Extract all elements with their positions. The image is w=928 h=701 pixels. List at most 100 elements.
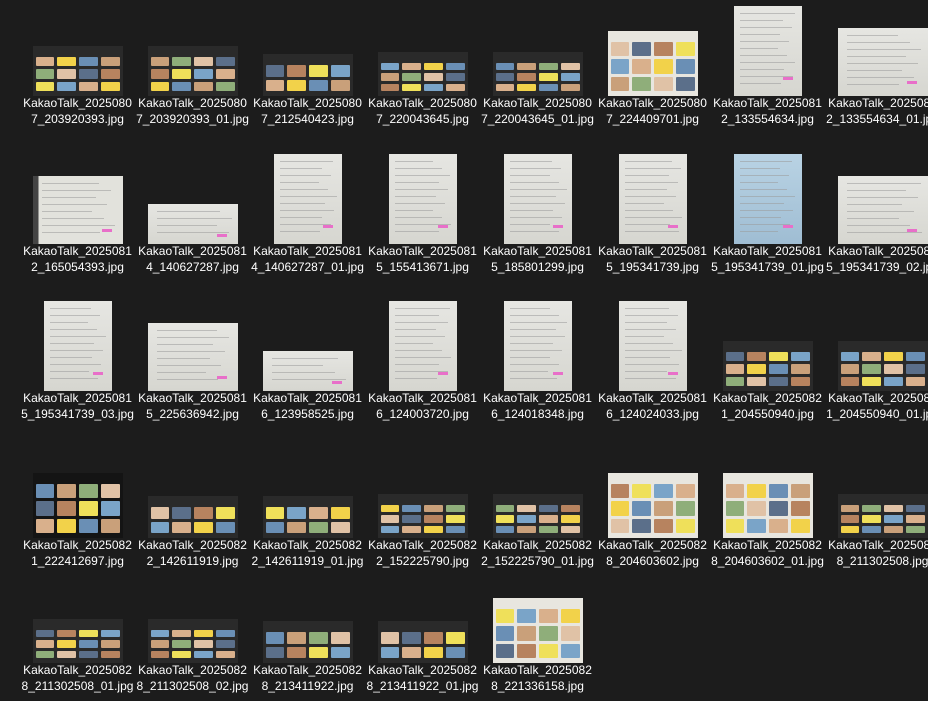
file-thumbnail-frame: [365, 152, 480, 244]
file-name-label: KakaoTalk_20250828_204603602_01.jpg: [711, 538, 824, 568]
file-thumbnail-frame: [250, 4, 365, 96]
video-call-thumbnail: [32, 619, 123, 663]
file-item[interactable]: KakaoTalk_20250821_204550940_01.jpg: [825, 299, 928, 439]
video-call-thumbnail: [32, 473, 123, 538]
file-name-label: KakaoTalk_20250821_204550940_01.jpg: [826, 391, 928, 421]
file-name-label: KakaoTalk_20250815_225636942.jpg: [138, 391, 247, 421]
video-call-thumbnail: [492, 598, 583, 663]
handwritten-page-thumbnail: [837, 28, 928, 96]
video-call-thumbnail: [377, 621, 468, 663]
file-item[interactable]: KakaoTalk_20250807_224409701.jpg: [595, 4, 710, 144]
file-item[interactable]: KakaoTalk_20250821_222412697.jpg: [20, 446, 135, 586]
file-name-label: KakaoTalk_20250822_152225790_01.jpg: [481, 538, 594, 568]
handwritten-page-thumbnail: [147, 323, 238, 391]
handwritten-page-thumbnail: [503, 154, 572, 244]
file-item[interactable]: KakaoTalk_20250816_123958525.jpg: [250, 299, 365, 439]
file-thumbnail-frame: [365, 446, 480, 538]
file-item[interactable]: KakaoTalk_20250828_211302508_02.jpg: [135, 571, 250, 696]
file-name-label: KakaoTalk_20250816_123958525.jpg: [253, 391, 362, 421]
file-name-label: KakaoTalk_20250807_203920393_01.jpg: [136, 96, 249, 126]
file-name-label: KakaoTalk_20250822_142611919_01.jpg: [251, 538, 364, 568]
file-name-label: KakaoTalk_20250821_222412697.jpg: [23, 538, 132, 568]
video-call-thumbnail: [377, 494, 468, 538]
file-item[interactable]: KakaoTalk_20250828_204603602.jpg: [595, 446, 710, 586]
video-call-thumbnail: [722, 341, 813, 391]
video-call-thumbnail: [262, 54, 353, 96]
file-thumbnail-frame: [135, 299, 250, 391]
file-item[interactable]: KakaoTalk_20250812_133554634.jpg: [710, 4, 825, 144]
file-name-label: KakaoTalk_20250828_204603602.jpg: [598, 538, 707, 568]
file-item[interactable]: KakaoTalk_20250828_211302508.jpg: [825, 446, 928, 586]
file-item[interactable]: KakaoTalk_20250812_133554634_01.jpg: [825, 4, 928, 144]
file-item[interactable]: KakaoTalk_20250815_195341739_02.jpg: [825, 152, 928, 292]
file-thumbnail-frame: [250, 299, 365, 391]
file-item[interactable]: KakaoTalk_20250807_220043645_01.jpg: [480, 4, 595, 144]
video-call-thumbnail: [607, 31, 698, 96]
file-name-label: KakaoTalk_20250812_133554634.jpg: [713, 96, 822, 126]
file-item[interactable]: KakaoTalk_20250814_140627287_01.jpg: [250, 152, 365, 292]
file-name-label: KakaoTalk_20250807_220043645.jpg: [368, 96, 477, 126]
file-item[interactable]: KakaoTalk_20250822_142611919_01.jpg: [250, 446, 365, 586]
file-thumbnail-frame: [480, 446, 595, 538]
file-item[interactable]: KakaoTalk_20250807_220043645.jpg: [365, 4, 480, 144]
file-name-label: KakaoTalk_20250816_124024033.jpg: [598, 391, 707, 421]
file-thumbnail-frame: [825, 152, 928, 244]
file-name-label: KakaoTalk_20250814_140627287.jpg: [138, 244, 247, 274]
file-name-label: KakaoTalk_20250807_220043645_01.jpg: [481, 96, 594, 126]
file-name-label: KakaoTalk_20250812_165054393.jpg: [23, 244, 132, 274]
handwritten-page-thumbnail: [262, 351, 353, 391]
file-item[interactable]: KakaoTalk_20250816_124018348.jpg: [480, 299, 595, 439]
file-item[interactable]: KakaoTalk_20250807_212540423.jpg: [250, 4, 365, 144]
file-item[interactable]: KakaoTalk_20250815_195341739.jpg: [595, 152, 710, 292]
file-name-label: KakaoTalk_20250807_212540423.jpg: [253, 96, 362, 126]
file-name-label: KakaoTalk_20250815_155413671.jpg: [368, 244, 477, 274]
file-thumbnail-frame: [825, 299, 928, 391]
file-item[interactable]: KakaoTalk_20250822_152225790_01.jpg: [480, 446, 595, 586]
file-item[interactable]: KakaoTalk_20250822_152225790.jpg: [365, 446, 480, 586]
file-item[interactable]: KakaoTalk_20250821_204550940.jpg: [710, 299, 825, 439]
handwritten-page-thumbnail: [837, 176, 928, 244]
file-thumbnail-frame: [595, 446, 710, 538]
file-item[interactable]: KakaoTalk_20250807_203920393.jpg: [20, 4, 135, 144]
file-item[interactable]: KakaoTalk_20250815_155413671.jpg: [365, 152, 480, 292]
file-item[interactable]: KakaoTalk_20250822_142611919.jpg: [135, 446, 250, 586]
file-item[interactable]: KakaoTalk_20250812_165054393.jpg: [20, 152, 135, 292]
file-item[interactable]: KakaoTalk_20250816_124024033.jpg: [595, 299, 710, 439]
file-thumbnail-frame: [480, 4, 595, 96]
file-item[interactable]: KakaoTalk_20250828_204603602_01.jpg: [710, 446, 825, 586]
file-item[interactable]: KakaoTalk_20250807_203920393_01.jpg: [135, 4, 250, 144]
file-thumbnail-frame: [20, 299, 135, 391]
file-thumbnail-frame: [480, 299, 595, 391]
file-thumbnail-frame: [595, 299, 710, 391]
file-name-label: KakaoTalk_20250815_195341739.jpg: [598, 244, 707, 274]
handwritten-page-thumbnail: [503, 301, 572, 391]
handwritten-page-thumbnail: [43, 301, 112, 391]
file-item[interactable]: KakaoTalk_20250815_195341739_03.jpg: [20, 299, 135, 439]
file-name-label: KakaoTalk_20250816_124018348.jpg: [483, 391, 592, 421]
handwritten-page-thumbnail: [388, 154, 457, 244]
video-call-thumbnail: [492, 52, 583, 96]
file-name-label: KakaoTalk_20250828_211302508_01.jpg: [21, 663, 134, 693]
file-name-label: KakaoTalk_20250821_204550940.jpg: [713, 391, 822, 421]
file-item[interactable]: KakaoTalk_20250815_195341739_01.jpg: [710, 152, 825, 292]
file-item[interactable]: KakaoTalk_20250815_225636942.jpg: [135, 299, 250, 439]
file-thumbnail-frame: [250, 152, 365, 244]
file-name-label: KakaoTalk_20250828_213411922_01.jpg: [366, 663, 479, 693]
file-name-label: KakaoTalk_20250828_211302508.jpg: [828, 538, 928, 568]
file-name-label: KakaoTalk_20250828_211302508_02.jpg: [136, 663, 249, 693]
file-item[interactable]: KakaoTalk_20250828_213411922.jpg: [250, 571, 365, 696]
file-item[interactable]: KakaoTalk_20250816_124003720.jpg: [365, 299, 480, 439]
file-thumbnail-frame: [135, 152, 250, 244]
file-explorer-icon-view: { "files": [ {"name": "KakaoTalk_2025080…: [0, 0, 928, 701]
video-call-thumbnail: [837, 341, 928, 391]
file-name-label: KakaoTalk_20250815_195341739_03.jpg: [21, 391, 134, 421]
file-item[interactable]: KakaoTalk_20250814_140627287.jpg: [135, 152, 250, 292]
file-item[interactable]: KakaoTalk_20250828_221336158.jpg: [480, 571, 595, 696]
file-item[interactable]: KakaoTalk_20250815_185801299.jpg: [480, 152, 595, 292]
file-thumbnail-frame: [825, 4, 928, 96]
video-call-thumbnail: [262, 621, 353, 663]
file-item[interactable]: KakaoTalk_20250828_213411922_01.jpg: [365, 571, 480, 696]
video-call-thumbnail: [492, 494, 583, 538]
video-call-thumbnail: [607, 473, 698, 538]
file-item[interactable]: KakaoTalk_20250828_211302508_01.jpg: [20, 571, 135, 696]
